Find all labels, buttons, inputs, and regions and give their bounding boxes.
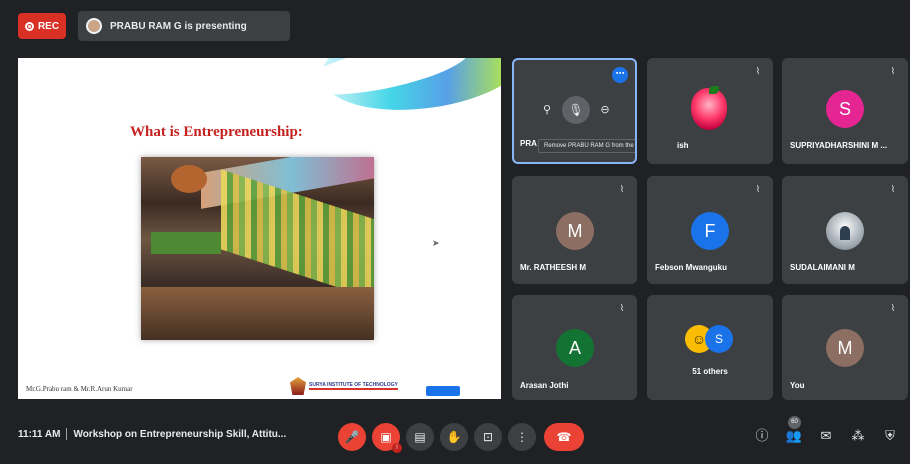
mic-off-icon: ⌇: [619, 184, 625, 194]
avatar: F: [691, 212, 729, 250]
mic-off-icon: ⌇: [890, 184, 896, 194]
participant-tile-presenter[interactable]: ⋯ ⚲ 🎙 ⊖ Remove PRABU RAM G from the call…: [512, 58, 637, 164]
avatar: S: [826, 90, 864, 128]
more-options-icon[interactable]: ⋯: [612, 67, 628, 83]
slide-button: [426, 386, 460, 396]
participant-name: SUDALAIMANI M: [790, 263, 855, 272]
participant-tile[interactable]: ⌇ SUDALAIMANI M: [782, 176, 908, 284]
participant-name: Febson Mwanguku: [655, 263, 727, 272]
rose-leaf: [709, 86, 719, 94]
mic-off-icon: ⌇: [890, 66, 896, 76]
pin-icon[interactable]: ⚲: [538, 101, 556, 119]
participant-name: You: [790, 381, 805, 390]
others-count: 51 others: [692, 367, 728, 376]
chat-icon[interactable]: ✉: [816, 425, 836, 447]
avatar: A: [556, 329, 594, 367]
tile-hover-controls: ⚲ 🎙 ⊖: [538, 96, 614, 124]
participant-tile[interactable]: ⌇ S SUPRIYADHARSHINI M ...: [782, 58, 908, 164]
participant-name: Mr. RATHEESH M: [520, 263, 587, 272]
shield-icon[interactable]: ⛨: [880, 425, 900, 447]
avatar: M: [826, 329, 864, 367]
slide-title: What is Entrepreneurship:: [130, 124, 303, 140]
call-end-icon[interactable]: ☎: [544, 423, 584, 451]
divider: [66, 428, 68, 440]
remove-icon[interactable]: ⊖: [596, 101, 614, 119]
supermarket-photo: [141, 157, 374, 340]
participant-name: ish: [677, 141, 689, 150]
meeting-info: 11:11 AM Workshop on Entrepreneurship Sk…: [18, 428, 286, 440]
others-tile[interactable]: ☺ S 51 others: [647, 295, 773, 400]
clock-time: 11:11 AM: [18, 428, 61, 440]
top-bar: REC PRABU RAM G is presenting: [0, 0, 910, 46]
recording-indicator[interactable]: REC: [18, 13, 66, 39]
bottom-bar: 11:11 AM Workshop on Entrepreneurship Sk…: [0, 410, 910, 464]
captions-icon[interactable]: ▤: [406, 423, 434, 451]
photo-avatar: [826, 212, 864, 250]
people-icon[interactable]: 60 👥: [784, 416, 804, 447]
participant-tile[interactable]: ⌇ A Arasan Jothi: [512, 295, 637, 400]
people-count-badge: 60: [788, 416, 801, 429]
mic-off-icon: ⌇: [619, 303, 625, 313]
photo-floor: [141, 287, 374, 340]
activities-icon[interactable]: ⁂: [848, 425, 868, 447]
mic-off-icon[interactable]: 🎤: [338, 423, 366, 451]
participant-tile[interactable]: ⌇ ish: [647, 58, 773, 164]
cursor-icon: ➤: [432, 238, 440, 248]
photo-sign: [171, 165, 207, 193]
alert-badge: !: [392, 443, 402, 453]
logo-text: SURYA INSTITUTE OF TECHNOLOGY: [309, 382, 398, 390]
participant-name: Arasan Jothi: [520, 381, 569, 390]
mic-off-icon: ⌇: [890, 303, 896, 313]
rose-avatar: [691, 88, 727, 130]
remove-tooltip: Remove PRABU RAM G from the call: [538, 139, 635, 153]
photo-produce-bin: [151, 232, 221, 254]
participant-name: SUPRIYADHARSHINI M ...: [790, 141, 888, 150]
record-icon: [24, 21, 34, 31]
avatar: S: [705, 325, 733, 353]
participant-name: PRA: [520, 139, 537, 148]
presentation-slide: What is Entrepreneurship: ➤ Mr.G.Prabu r…: [18, 58, 501, 399]
presenting-text: PRABU RAM G is presenting: [110, 20, 247, 32]
more-vert-icon[interactable]: ⋮: [508, 423, 536, 451]
avatar: M: [556, 212, 594, 250]
self-tile[interactable]: ⌇ M You: [782, 295, 908, 400]
mic-off-icon: ⌇: [755, 184, 761, 194]
institute-logo: SURYA INSTITUTE OF TECHNOLOGY: [290, 375, 410, 397]
present-icon[interactable]: ⊡: [474, 423, 502, 451]
mic-off-icon: ⌇: [755, 66, 761, 76]
emblem-icon: [290, 377, 306, 395]
participant-tile[interactable]: ⌇ M Mr. RATHEESH M: [512, 176, 637, 284]
mute-participant-icon[interactable]: 🎙: [562, 96, 590, 124]
rec-label: REC: [37, 20, 60, 32]
participant-tile[interactable]: ⌇ F Febson Mwanguku: [647, 176, 773, 284]
videocam-off-icon[interactable]: ▣!: [372, 423, 402, 453]
hand-icon[interactable]: ✋: [440, 423, 468, 451]
meeting-title: Workshop on Entrepreneurship Skill, Atti…: [73, 428, 287, 440]
presenting-banner[interactable]: PRABU RAM G is presenting: [78, 11, 290, 41]
presenter-avatar: [86, 18, 102, 34]
info-icon[interactable]: ⓘ: [752, 425, 772, 447]
slide-footer: Mr.G.Prabu ram & Mr.R.Arun Kumar: [26, 385, 133, 393]
